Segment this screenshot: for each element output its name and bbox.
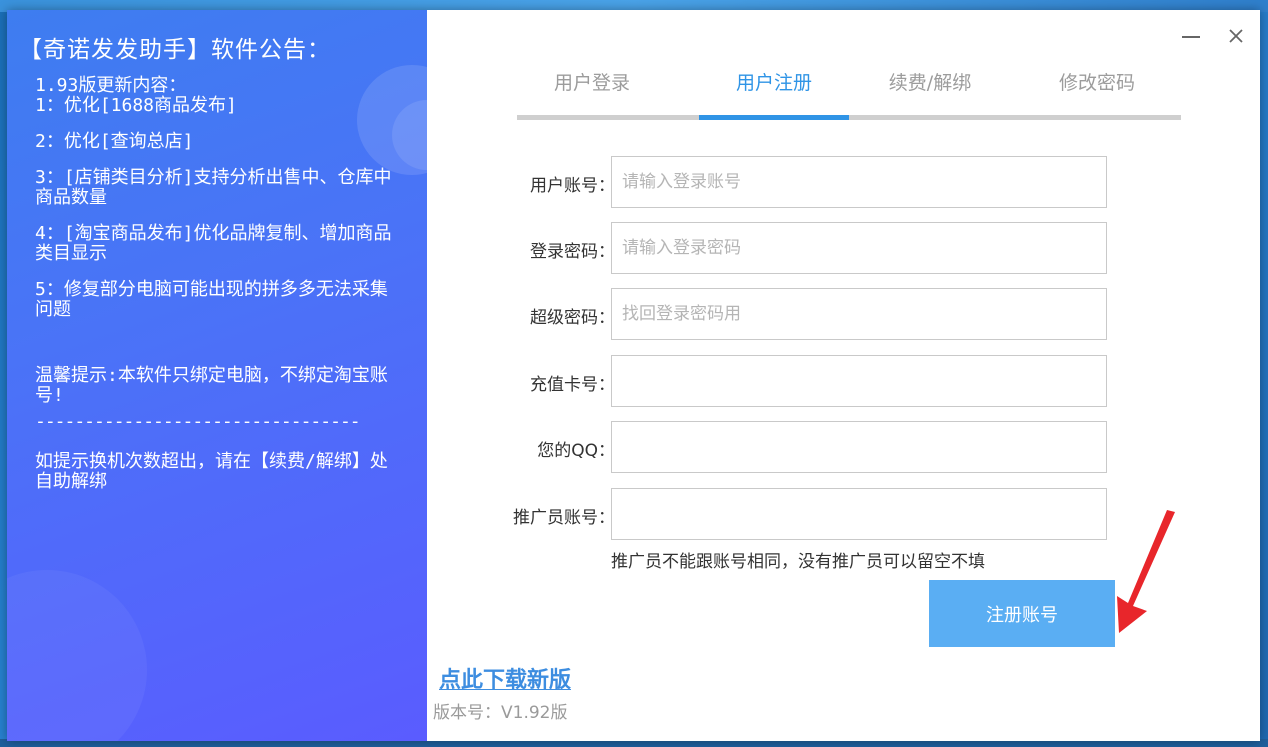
decorative-bubble (7, 570, 147, 741)
recharge-card-label: 充值卡号： (530, 375, 615, 395)
form-row-password: 登录密码： (427, 222, 1260, 276)
form-row-qq: 您的QQ： (427, 421, 1260, 475)
announcement-body: 1.93版更新内容： 1：优化[1688商品发布] 2：优化[查询总店] 3：[… (35, 76, 405, 508)
promoter-hint: 推广员不能跟账号相同，没有推广员可以留空不填 (611, 552, 985, 572)
register-button[interactable]: 注册账号 (929, 580, 1115, 647)
announcement-paragraph: 5：修复部分电脑可能出现的拼多多无法采集问题 (35, 279, 388, 320)
promoter-label: 推广员账号： (513, 508, 615, 528)
announcement-paragraph: 4：[淘宝商品发布]优化品牌复制、增加商品类目显示 (35, 223, 392, 264)
password-input[interactable] (611, 222, 1107, 274)
close-icon[interactable] (1222, 22, 1250, 50)
password-label: 登录密码： (530, 242, 615, 262)
recharge-card-input[interactable] (611, 355, 1107, 407)
red-arrow-annotation (1117, 510, 1175, 633)
tab-bar: 用户登录 用户注册 续费/解绑 修改密码 (517, 66, 1181, 122)
super-password-input[interactable] (611, 288, 1107, 340)
announcement-paragraph: 1.93版更新内容： 1：优化[1688商品发布] (35, 75, 237, 116)
announcement-title: 【奇诺发发助手】软件公告： (19, 37, 331, 63)
qq-input[interactable] (611, 421, 1107, 473)
download-new-version-link[interactable]: 点此下载新版 (439, 662, 571, 690)
form-row-account: 用户账号： (427, 156, 1260, 210)
minimize-icon[interactable] (1177, 22, 1205, 50)
form-row-super-password: 超级密码： (427, 288, 1260, 342)
tab-register[interactable]: 用户注册 (699, 66, 849, 116)
warm-tip: 温馨提示:本软件只绑定电脑，不绑定淘宝账号! (35, 365, 388, 406)
qq-label: 您的QQ： (537, 441, 615, 461)
unbind-tip: 如提示换机次数超出，请在【续费/解绑】处自助解绑 (35, 451, 388, 492)
version-label: 版本号：V1.92版 (433, 703, 568, 723)
app-window: 【奇诺发发助手】软件公告： 1.93版更新内容： 1：优化[1688商品发布] … (7, 10, 1260, 741)
divider-line: --------------------------------- (35, 412, 361, 432)
announcement-paragraph: 2：优化[查询总店] (35, 131, 194, 152)
form-row-recharge-card: 充值卡号： (427, 355, 1260, 409)
tab-change-password[interactable]: 修改密码 (1022, 66, 1172, 116)
tab-renew-unbind[interactable]: 续费/解绑 (855, 66, 1005, 116)
super-password-label: 超级密码： (530, 308, 615, 328)
register-panel: 用户登录 用户注册 续费/解绑 修改密码 用户账号： 登录密码： 超级密码： 充… (427, 10, 1260, 741)
announcement-panel: 【奇诺发发助手】软件公告： 1.93版更新内容： 1：优化[1688商品发布] … (7, 10, 427, 741)
account-input[interactable] (611, 156, 1107, 208)
tab-login[interactable]: 用户登录 (517, 66, 667, 116)
active-tab-indicator (699, 115, 849, 120)
tab-underline (517, 115, 1181, 120)
promoter-input[interactable] (611, 488, 1107, 540)
account-label: 用户账号： (530, 176, 615, 196)
announcement-paragraph: 3：[店铺类目分析]支持分析出售中、仓库中商品数量 (35, 167, 392, 208)
